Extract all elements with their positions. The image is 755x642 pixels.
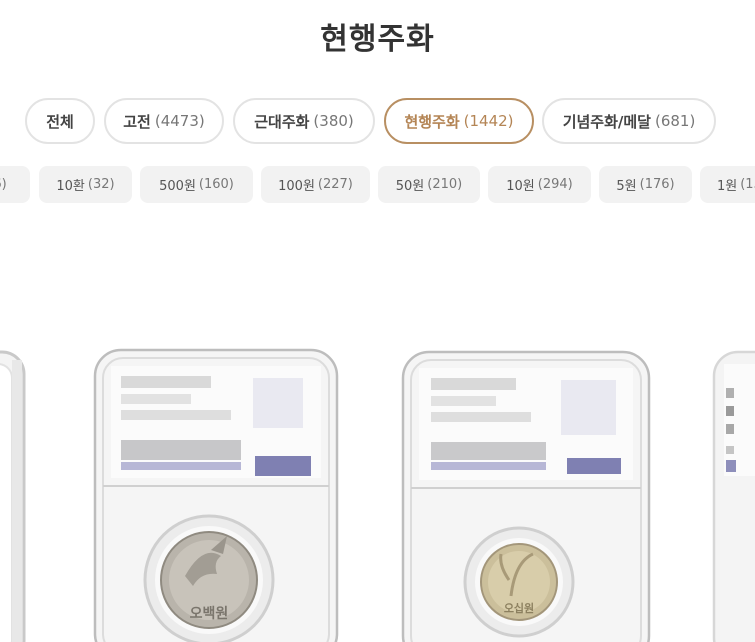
category-modern[interactable]: 근대주화 (380) [233, 98, 375, 144]
subcategory-label: 50원 [395, 179, 425, 194]
category-label: 전체 [46, 112, 74, 131]
category-commemorative[interactable]: 기념주화/메달 (681) [542, 98, 716, 144]
subcategory-100won[interactable]: 100원 (227) [261, 166, 370, 203]
page-title: 현행주화 [320, 22, 435, 57]
category-label: 근대주화 [254, 112, 310, 131]
category-count: (1442) [463, 112, 514, 130]
category-label: 현행주화 [404, 112, 460, 131]
category-filter-row: 전체 고전 (4473) 근대주화 (380) 현행주화 (1442) 기념주화… [0, 98, 755, 144]
subcategory-label: 10원 [506, 179, 535, 194]
subcategory-label: 100원 [278, 179, 315, 194]
coin-inscription: 오십원 [504, 601, 534, 615]
subcategory-label: 5원 [616, 179, 637, 194]
subcategory-label: 500원 [159, 179, 196, 194]
subcategory-label: 10환 [56, 179, 85, 194]
coin-inscription: 오백원 [190, 606, 229, 622]
subcategory-count: (15 [740, 177, 755, 192]
category-count: (4473) [154, 112, 205, 130]
category-current[interactable]: 현행주화 (1442) [384, 98, 534, 144]
subcategory-count: 6) [0, 177, 7, 192]
category-classic[interactable]: 고전 (4473) [104, 98, 224, 144]
subcategory-count: (160) [198, 177, 234, 192]
category-count: (681) [654, 112, 696, 130]
subcategory-500won[interactable]: 500원 (160) [140, 166, 253, 203]
category-count: (380) [313, 112, 354, 130]
subcategory-label: 1원 [717, 179, 738, 194]
subcategory-count: (32) [87, 177, 115, 192]
subcategory-count: (210) [427, 177, 463, 192]
subcategory-count: (176) [639, 177, 675, 192]
product-slab-image[interactable] [712, 350, 755, 642]
subcategory-50won[interactable]: 50원 (210) [378, 166, 480, 203]
subcategory-pill[interactable]: 6) [0, 166, 30, 203]
category-all[interactable]: 전체 [25, 98, 95, 144]
subcategory-filter-row[interactable]: 6) 10환 (32) 500원 (160) 100원 (227) 50원 (2… [0, 166, 755, 203]
subcategory-count: (294) [537, 177, 573, 192]
product-slab-500won[interactable]: 오백원 [93, 348, 339, 642]
category-label: 기념주화/메달 [562, 112, 651, 131]
subcategory-1won[interactable]: 1원 (15 [700, 166, 755, 203]
subcategory-count: (227) [317, 177, 353, 192]
product-grid: 오백원 오십원 [0, 340, 755, 642]
subcategory-5won[interactable]: 5원 (176) [599, 166, 692, 203]
category-label: 고전 [123, 112, 151, 131]
subcategory-10hwan[interactable]: 10환 (32) [39, 166, 132, 203]
subcategory-10won[interactable]: 10원 (294) [488, 166, 591, 203]
product-slab-50won[interactable]: 오십원 [401, 350, 651, 642]
product-slab-image[interactable] [0, 350, 30, 642]
